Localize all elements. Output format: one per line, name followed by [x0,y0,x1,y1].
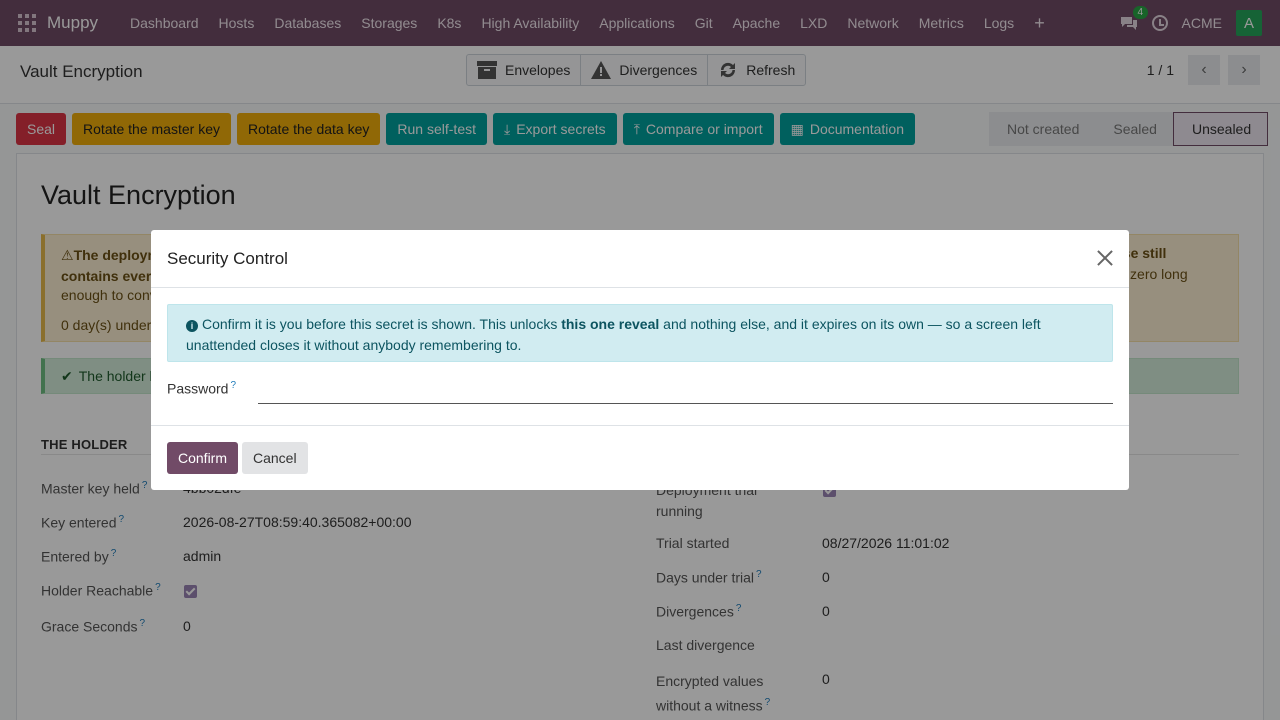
info-icon: i [186,320,198,332]
confirm-button[interactable]: Confirm [167,442,239,474]
password-input[interactable] [258,374,1113,404]
modal-header: Security Control [151,230,1129,288]
modal-footer: Confirm Cancel [151,425,1129,490]
security-control-dialog: Security Control i Confirm it is you befo… [151,230,1129,490]
modal-info-alert: i Confirm it is you before this secret is… [167,304,1113,362]
modal-title: Security Control [167,249,288,268]
help-icon[interactable]: ? [230,380,236,391]
close-icon[interactable] [1095,248,1115,268]
cancel-button[interactable]: Cancel [242,442,308,474]
password-label: Password? [167,380,237,397]
